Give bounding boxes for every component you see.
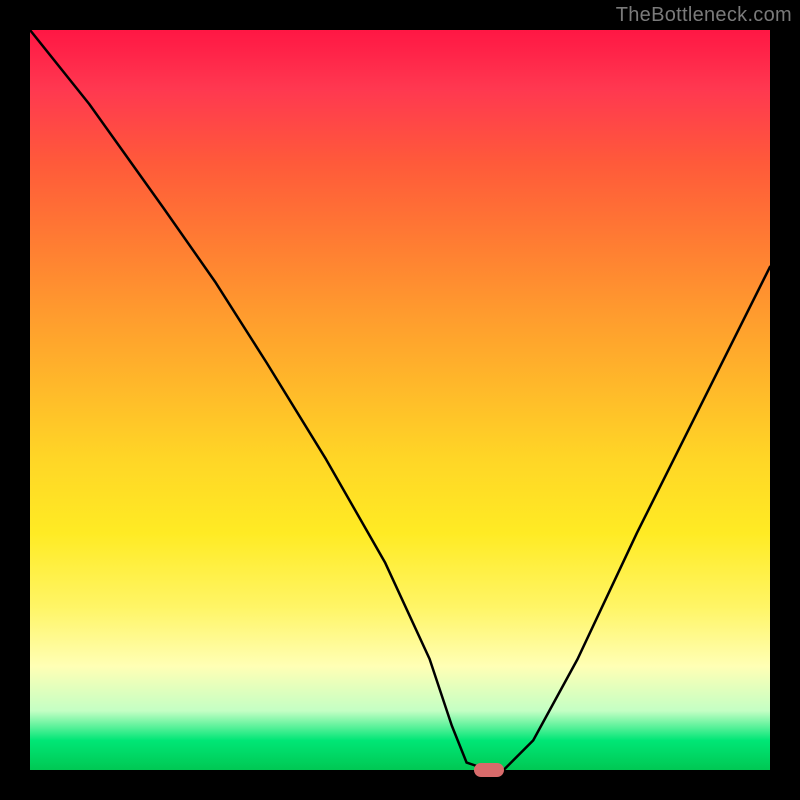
attribution-text: TheBottleneck.com bbox=[616, 4, 792, 27]
optimal-point-marker bbox=[474, 763, 504, 777]
chart-background-gradient bbox=[30, 30, 770, 770]
chart-container bbox=[30, 30, 770, 770]
